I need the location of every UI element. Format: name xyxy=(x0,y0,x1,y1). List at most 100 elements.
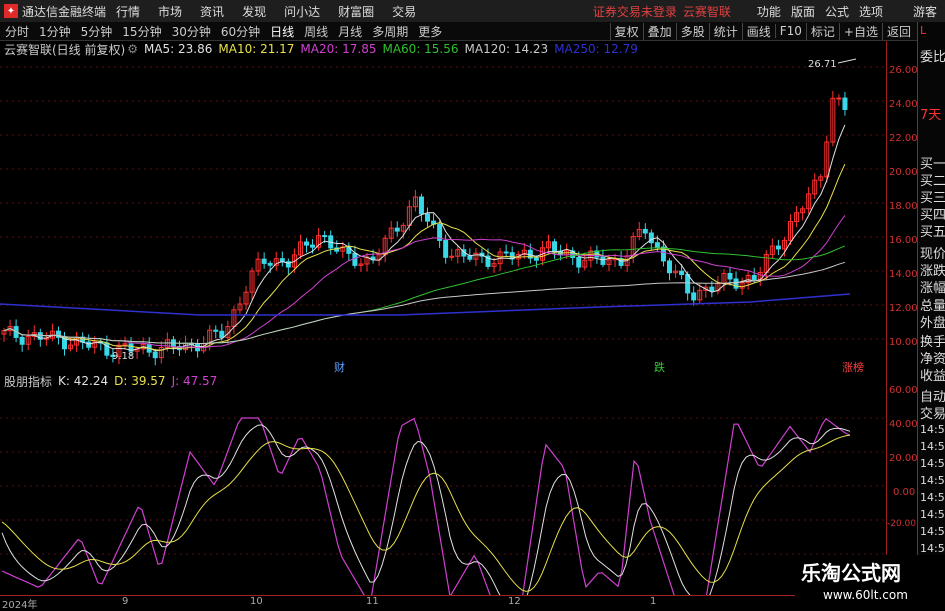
side-time: 14:56 xyxy=(920,525,945,538)
kdj-tick: -20.00 xyxy=(887,519,917,529)
guest-user[interactable]: 游客 xyxy=(913,3,937,20)
period-tab-daily[interactable]: 日线 xyxy=(270,23,294,40)
watermark: 乐淘公式网 www.60lt.com xyxy=(795,555,945,609)
candle-body xyxy=(667,260,672,274)
candle-body xyxy=(751,274,757,281)
high-price-pointer xyxy=(837,58,857,64)
ma10-label: MA10: 21.17 xyxy=(218,42,295,56)
price-tick: 24.00 xyxy=(889,99,918,110)
tool-button[interactable]: 叠加 xyxy=(642,22,676,40)
candle-body xyxy=(727,272,733,280)
watermark-url: www.60lt.com xyxy=(823,588,908,602)
candle-body xyxy=(443,239,449,258)
side-time: 14:56 xyxy=(920,542,945,555)
period-tab[interactable]: 5分钟 xyxy=(81,23,113,40)
kline-title-row: 云赛智联(日线 前复权) ⚙ MA5: 23.86 MA10: 21.17 MA… xyxy=(0,41,638,57)
kdj-j-label: J: 47.57 xyxy=(171,374,218,388)
period-tab-more[interactable]: 更多 xyxy=(418,23,442,40)
candle-body xyxy=(685,273,691,294)
tool-button[interactable]: 画线 xyxy=(741,22,775,40)
period-tab[interactable]: 多周期 xyxy=(372,23,408,40)
side-label: 涨幅 xyxy=(920,281,945,296)
menu-options[interactable]: 选项 xyxy=(859,3,883,20)
kdj-d-label: D: 39.57 xyxy=(114,374,166,388)
period-tab[interactable]: 月线 xyxy=(338,23,362,40)
period-tab[interactable]: 60分钟 xyxy=(221,23,260,40)
tool-button[interactable]: 复权 xyxy=(609,22,643,40)
side-time: 14:56 xyxy=(920,457,945,470)
candle-body xyxy=(267,262,273,266)
menu-fortune[interactable]: 财富圈 xyxy=(338,3,374,20)
candle-body xyxy=(642,228,648,234)
side-label: 收益 xyxy=(920,369,945,384)
app-logo-icon: ✦ xyxy=(4,4,18,18)
side-time: 14:56 xyxy=(920,491,945,504)
price-tick: 16.00 xyxy=(889,235,918,246)
ma5-line xyxy=(3,124,846,352)
settings-gear-icon[interactable]: ⚙ xyxy=(127,42,138,56)
kdj-title: 股朋指标 xyxy=(4,374,53,389)
date-tick: 1 xyxy=(650,596,657,607)
period-tab[interactable]: 15分钟 xyxy=(122,23,161,40)
candle-body xyxy=(552,241,558,252)
event-marker: 跌 xyxy=(654,360,665,373)
kline-chart[interactable]: 26.71 9.18 财 跌 涨榜 xyxy=(0,57,885,374)
price-tick: 14.00 xyxy=(889,269,918,280)
ma60-label: MA60: 15.56 xyxy=(382,42,459,56)
tool-button[interactable]: 统计 xyxy=(708,22,742,40)
login-notice[interactable]: 证券交易未登录 xyxy=(593,3,677,20)
price-axis: 26.00 24.00 22.00 20.00 18.00 16.00 14.0… xyxy=(886,41,918,595)
date-tick: 12 xyxy=(508,596,521,607)
kdj-svg xyxy=(0,417,885,611)
event-marker: 涨榜 xyxy=(842,360,864,373)
candle-body xyxy=(219,330,225,338)
date-tick: 11 xyxy=(366,596,379,607)
side-label[interactable]: 交易 xyxy=(920,403,945,422)
back-button[interactable]: 返回 xyxy=(881,22,915,40)
candle-body xyxy=(86,341,92,348)
menu-market-quotes[interactable]: 行情 xyxy=(116,3,140,20)
low-price-annotation: 9.18 xyxy=(112,351,134,362)
menu-discover[interactable]: 发现 xyxy=(242,3,266,20)
period-tab[interactable]: 30分钟 xyxy=(172,23,211,40)
kdj-chart[interactable]: 股朋指标 K: 42.24 D: 39.57 J: 47.57 xyxy=(0,373,885,611)
period-tab[interactable]: 分时 xyxy=(5,23,29,40)
date-axis: 2024年 9 10 11 12 1 xyxy=(0,595,885,611)
tool-button[interactable]: 多股 xyxy=(675,22,709,40)
period-tab[interactable]: 周线 xyxy=(304,23,328,40)
side-label: 买五 xyxy=(920,225,945,240)
ma20-label: MA20: 17.85 xyxy=(300,42,377,56)
kdj-tick: 0.00 xyxy=(893,487,916,498)
menu-news[interactable]: 资讯 xyxy=(200,3,224,20)
candle-body xyxy=(654,242,660,248)
menu-market[interactable]: 市场 xyxy=(158,3,182,20)
menu-formula[interactable]: 公式 xyxy=(825,3,849,20)
tool-button[interactable]: F10 xyxy=(774,24,806,38)
price-tick: 12.00 xyxy=(889,303,918,314)
candle-body xyxy=(304,241,309,246)
stock-name-notice: 云赛智联 xyxy=(682,4,731,19)
add-favorite-button[interactable]: +自选 xyxy=(838,22,882,40)
ma10-line xyxy=(3,163,846,351)
menu-trade[interactable]: 交易 xyxy=(392,3,416,20)
menu-layout[interactable]: 版面 xyxy=(791,3,815,20)
price-tick: 22.00 xyxy=(889,133,918,144)
menu-function[interactable]: 功能 xyxy=(757,3,781,20)
kdj-k-line xyxy=(1,424,851,611)
tool-button[interactable]: 标记 xyxy=(805,22,839,40)
side-label: 外盘 xyxy=(920,316,945,331)
price-tick: 26.00 xyxy=(889,65,918,76)
watermark-title: 乐淘公式网 xyxy=(801,561,901,585)
high-price-annotation: 26.71 xyxy=(808,59,837,70)
ma60-line xyxy=(3,245,846,344)
side-time: 14:56 xyxy=(920,474,945,487)
menu-bar: ✦ 通达信金融终端 行情 市场 资讯 发现 问小达 财富圈 交易 证券交易未登录… xyxy=(0,0,945,23)
candle-body xyxy=(709,286,715,292)
side-top-label: L xyxy=(920,24,927,37)
menu-ask[interactable]: 问小达 xyxy=(284,3,320,20)
date-tick: 10 xyxy=(250,596,263,607)
app-title: 通达信金融终端 xyxy=(22,4,107,19)
period-tab[interactable]: 1分钟 xyxy=(39,23,71,40)
stock-title: 云赛智联(日线 前复权) xyxy=(4,42,126,57)
side-label: 委比 xyxy=(920,50,945,65)
